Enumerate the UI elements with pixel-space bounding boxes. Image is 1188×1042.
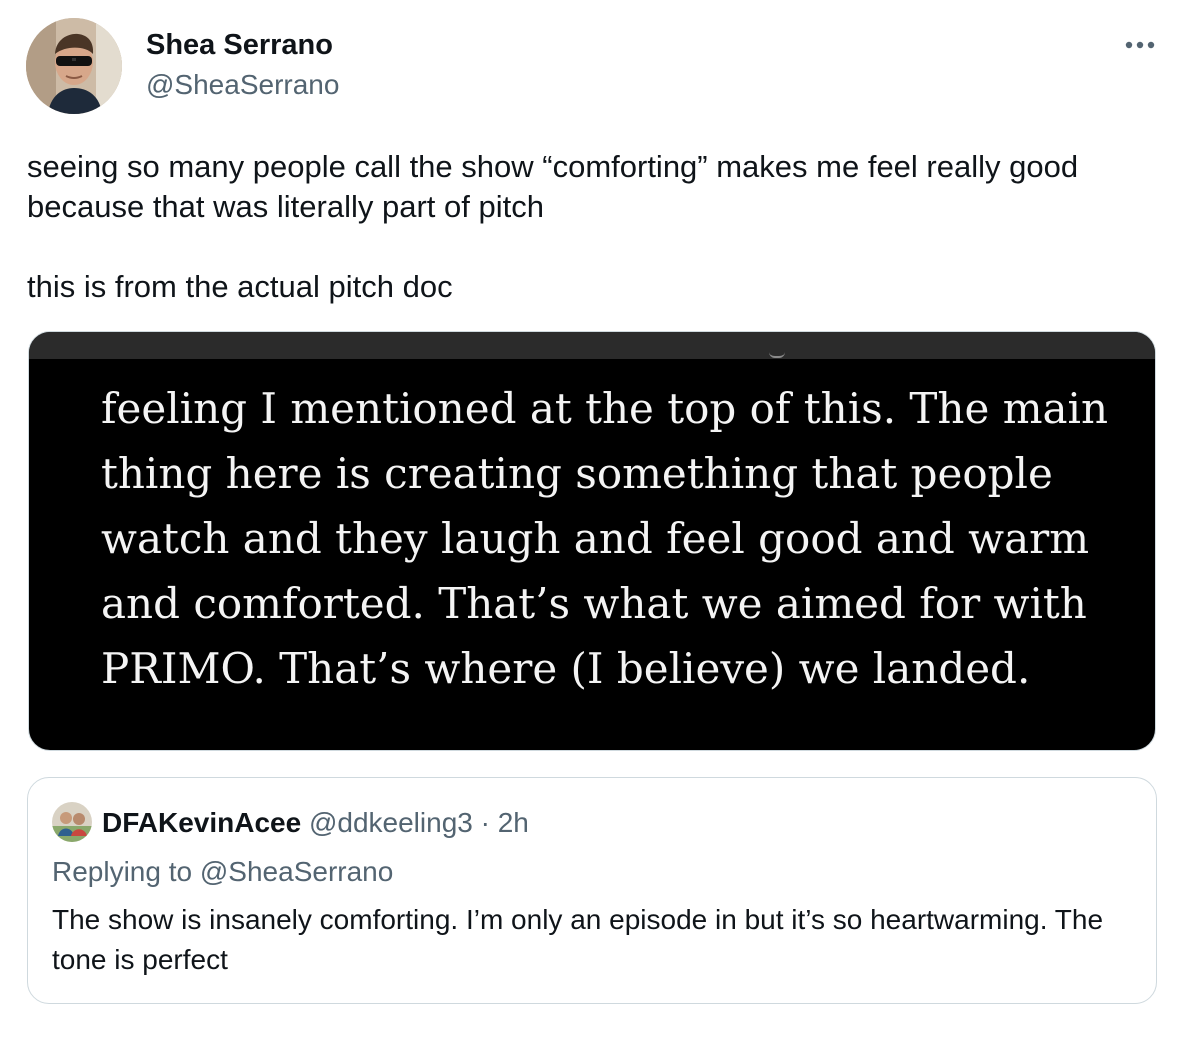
avatar-image <box>26 18 122 114</box>
media-text-line: PRIMO. That’s where (I believe) we lande… <box>101 644 1031 693</box>
author-handle[interactable]: @SheaSerrano <box>146 68 339 102</box>
more-horizontal-icon <box>1125 41 1155 49</box>
tweet-text: seeing so many people call the show “com… <box>27 147 1167 307</box>
media-text: feeling I mentioned at the top of this. … <box>101 376 1141 701</box>
quoted-reply-card[interactable]: DFAKevinAcee @ddkeeling3 · 2h Replying t… <box>27 777 1157 1004</box>
more-options-button[interactable] <box>1116 30 1164 60</box>
quote-body-text: The show is insanely comforting. I’m onl… <box>52 904 1104 975</box>
media-text-line: feeling I mentioned at the top of this. … <box>101 384 1109 433</box>
quote-avatar[interactable] <box>52 802 92 842</box>
tweet-media-image[interactable]: feeling I mentioned at the top of this. … <box>28 331 1156 751</box>
media-top-bar <box>29 332 1155 359</box>
media-text-line: and comforted. That’s what we aimed for … <box>101 579 1087 628</box>
quote-author-name[interactable]: DFAKevinAcee <box>102 807 301 838</box>
replying-mention[interactable]: @SheaSerrano <box>200 856 393 887</box>
tweet-paragraph: this is from the actual pitch doc <box>27 269 453 304</box>
quote-timestamp[interactable]: 2h <box>498 807 529 838</box>
quote-header: DFAKevinAcee @ddkeeling3 · 2h <box>102 806 529 840</box>
media-text-line: thing here is creating something that pe… <box>101 449 1053 498</box>
author-avatar[interactable] <box>26 18 122 114</box>
tweet-paragraph: seeing so many people call the show “com… <box>27 149 1079 224</box>
quote-avatar-image <box>52 802 92 842</box>
quote-separator: · <box>472 807 498 838</box>
replying-label: Replying to <box>52 856 200 887</box>
author-name[interactable]: Shea Serrano <box>146 28 333 62</box>
media-text-line: watch and they laugh and feel good and w… <box>101 514 1090 563</box>
replying-to: Replying to @SheaSerrano <box>52 855 393 889</box>
quote-author-handle[interactable]: @ddkeeling3 <box>309 807 473 838</box>
